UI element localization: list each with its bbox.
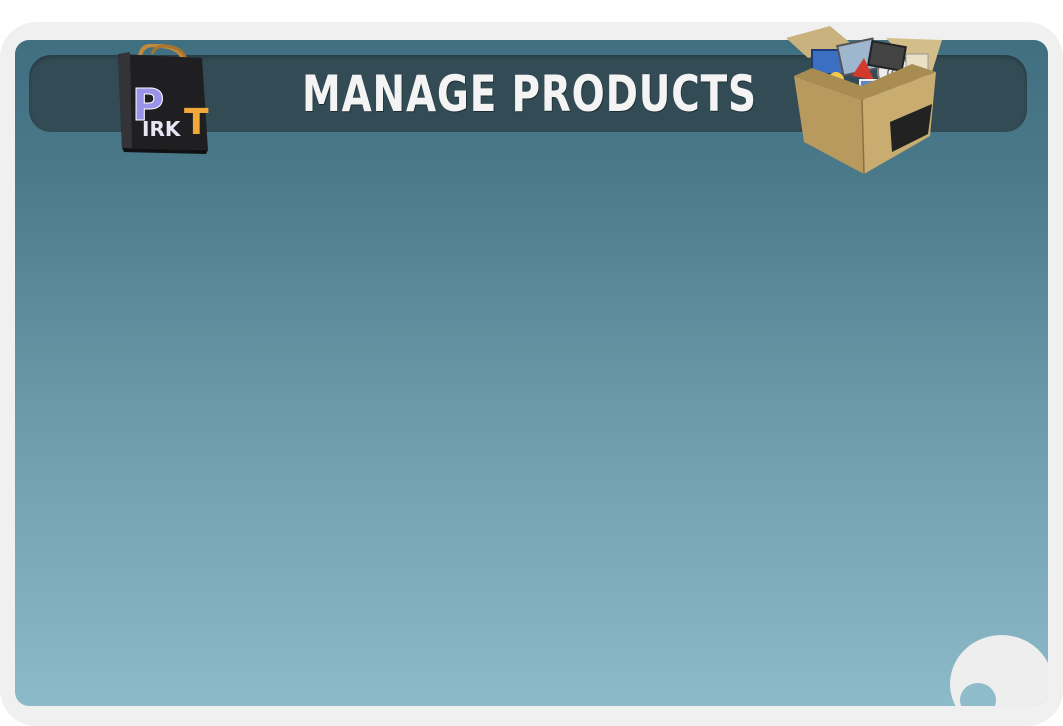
page-title: MANAGE PRODUCTS — [302, 65, 757, 123]
shopping-bag-icon[interactable]: P IRK T — [110, 44, 214, 156]
box-of-apps-icon: @ — [786, 26, 942, 175]
svg-text:T: T — [184, 102, 209, 143]
svg-text:IRK: IRK — [142, 117, 182, 141]
